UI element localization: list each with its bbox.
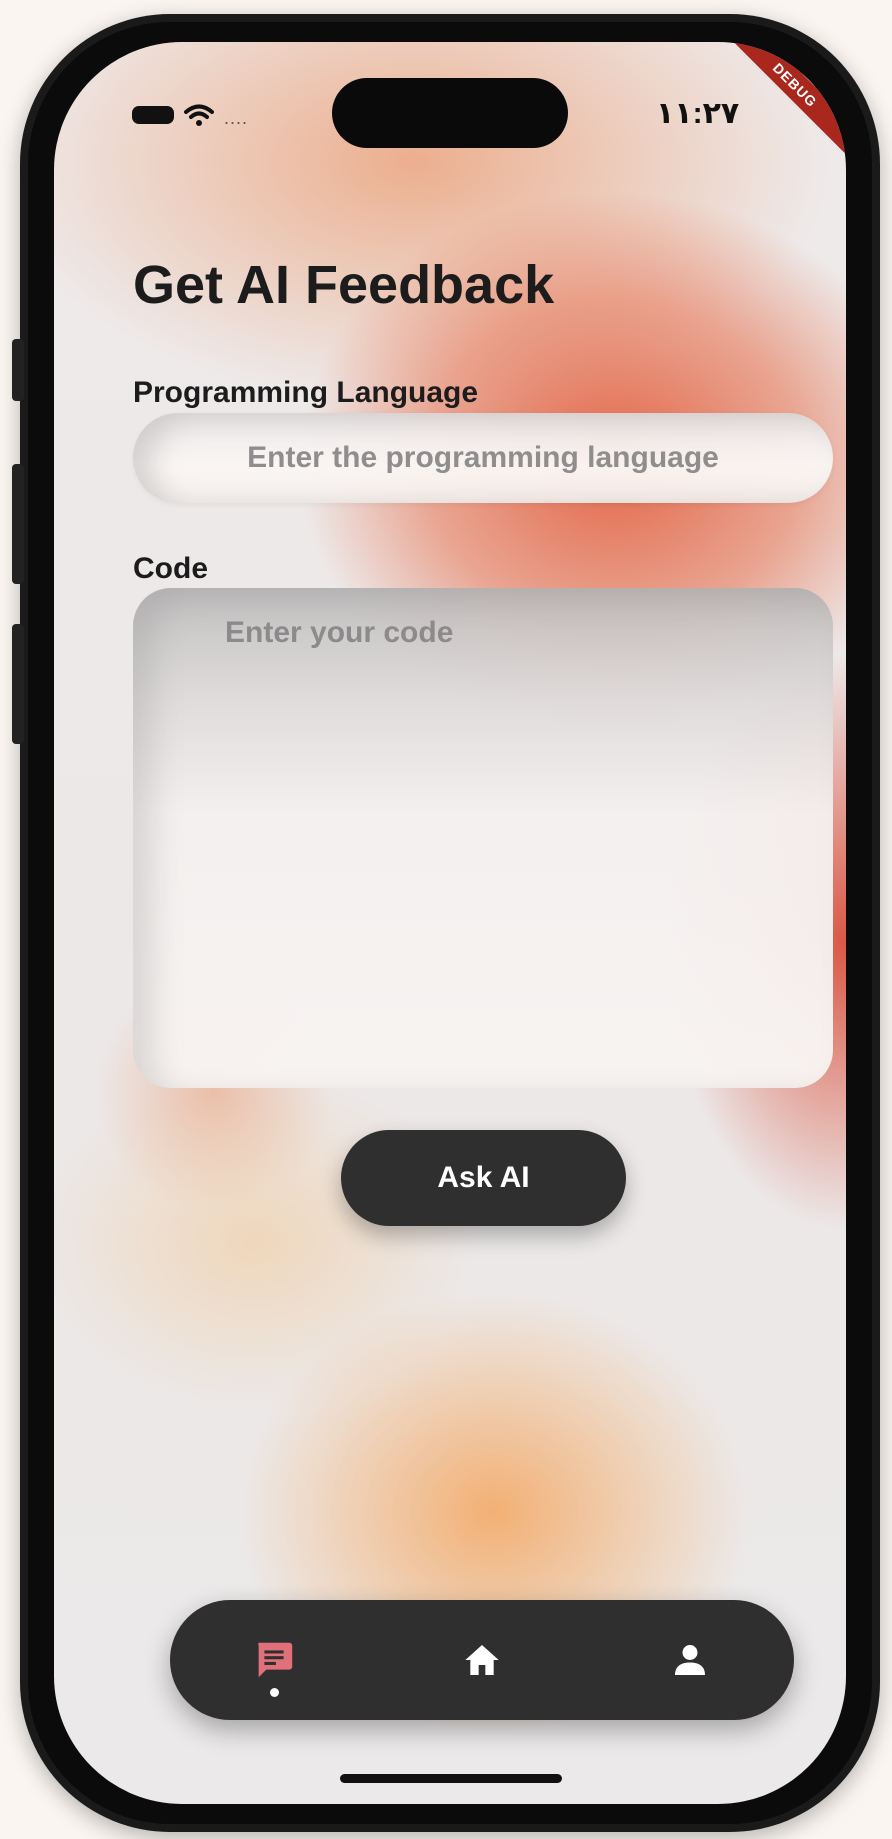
- signal-dots: ....: [224, 107, 249, 128]
- page-title: Get AI Feedback: [133, 255, 555, 315]
- code-input[interactable]: [133, 588, 833, 1088]
- nav-item-home[interactable]: [422, 1600, 542, 1720]
- debug-banner: DEBUG: [706, 42, 846, 182]
- status-bar-left: ....: [132, 100, 248, 130]
- volume-up-button: [12, 464, 24, 584]
- app-screen: .... ١١:٢٧ DEBUG Get AI Feedback Program…: [54, 42, 846, 1804]
- phone-frame: .... ١١:٢٧ DEBUG Get AI Feedback Program…: [12, 14, 880, 1832]
- person-icon: [675, 1645, 705, 1675]
- home-indicator[interactable]: [340, 1774, 562, 1783]
- bottom-nav: [170, 1600, 794, 1720]
- home-icon: [465, 1645, 499, 1675]
- battery-icon: [132, 106, 174, 124]
- ask-ai-button[interactable]: Ask AI: [341, 1130, 626, 1226]
- debug-label: DEBUG: [718, 42, 846, 162]
- language-label: Programming Language: [133, 376, 479, 409]
- mute-switch: [12, 339, 24, 401]
- dynamic-island: [332, 78, 568, 148]
- wifi-icon: [184, 104, 214, 126]
- chat-icon: [258, 1642, 293, 1678]
- nav-item-profile[interactable]: [630, 1600, 750, 1720]
- code-label: Code: [133, 552, 208, 585]
- language-input[interactable]: [133, 413, 833, 503]
- nav-item-chat[interactable]: [214, 1600, 334, 1720]
- active-indicator: [270, 1688, 279, 1697]
- volume-down-button: [12, 624, 24, 744]
